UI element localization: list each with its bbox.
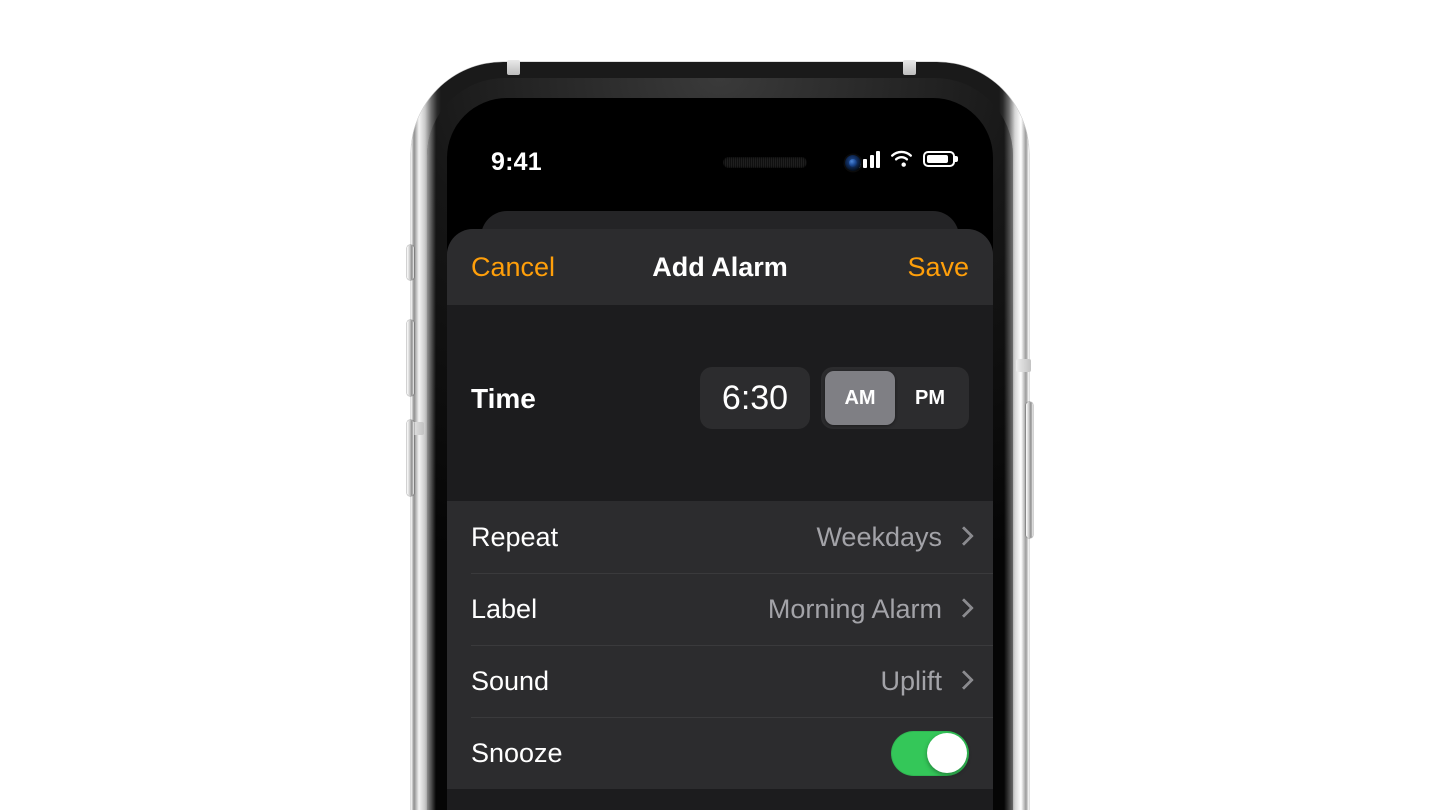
add-alarm-modal-sheet: Cancel Add Alarm Save Time 6:30 AM PM Re… — [447, 229, 993, 810]
save-button[interactable]: Save — [907, 252, 969, 283]
status-bar-indicators — [856, 150, 955, 168]
row-sound-accessory: Uplift — [880, 666, 969, 697]
antenna-band-right — [903, 60, 916, 75]
segment-pm[interactable]: PM — [895, 371, 965, 425]
row-sound-label: Sound — [471, 665, 550, 696]
row-label-accessory: Morning Alarm — [768, 594, 969, 625]
volume-up-button[interactable] — [407, 320, 414, 396]
antenna-band-side-right — [1016, 359, 1031, 372]
snooze-toggle-switch[interactable] — [891, 730, 969, 776]
modal-navigation-bar: Cancel Add Alarm Save — [447, 229, 993, 305]
chevron-right-icon — [956, 670, 969, 692]
wifi-icon — [891, 150, 912, 167]
row-label[interactable]: Label Morning Alarm — [447, 573, 993, 645]
row-repeat[interactable]: Repeat Weekdays — [447, 501, 993, 573]
iphone-device: 9:41 Cancel Add Alarm Save Time 6:30 AM … — [407, 60, 1033, 810]
chevron-right-icon — [956, 598, 969, 620]
volume-down-button[interactable] — [407, 420, 414, 496]
cancel-button[interactable]: Cancel — [471, 252, 555, 283]
status-bar-time: 9:41 — [491, 148, 542, 176]
chevron-right-icon — [956, 526, 969, 548]
time-controls: 6:30 AM PM — [700, 367, 969, 429]
alarm-settings-list: Repeat Weekdays Label Morning Alarm Soun… — [447, 501, 993, 789]
time-section: Time 6:30 AM PM — [447, 305, 993, 501]
time-label: Time — [471, 383, 536, 414]
row-snooze[interactable]: Snooze — [447, 717, 993, 789]
side-power-button[interactable] — [1026, 402, 1033, 538]
antenna-band-left — [507, 60, 520, 75]
row-snooze-label: Snooze — [471, 737, 563, 768]
time-value-field[interactable]: 6:30 — [700, 367, 810, 429]
front-camera-icon — [845, 155, 861, 171]
row-sound-value: Uplift — [880, 665, 942, 696]
row-label-value: Morning Alarm — [767, 593, 942, 624]
segment-am[interactable]: AM — [825, 371, 895, 425]
phone-screen: 9:41 Cancel Add Alarm Save Time 6:30 AM … — [447, 98, 993, 810]
row-repeat-accessory: Weekdays — [816, 522, 969, 553]
earpiece-speaker-icon — [723, 157, 807, 168]
row-sound[interactable]: Sound Uplift — [447, 645, 993, 717]
ring-silent-switch[interactable] — [407, 245, 414, 280]
row-snooze-accessory — [891, 730, 969, 776]
row-repeat-label: Repeat — [471, 521, 559, 552]
row-label-label: Label — [471, 593, 538, 624]
meridiem-segmented-control: AM PM — [821, 367, 969, 429]
toggle-knob — [926, 733, 967, 773]
sheet-bottom-area — [447, 789, 993, 810]
display-notch — [604, 98, 836, 132]
row-repeat-value: Weekdays — [816, 521, 942, 552]
battery-icon — [923, 151, 955, 167]
page-canvas: 9:41 Cancel Add Alarm Save Time 6:30 AM … — [0, 0, 1440, 810]
